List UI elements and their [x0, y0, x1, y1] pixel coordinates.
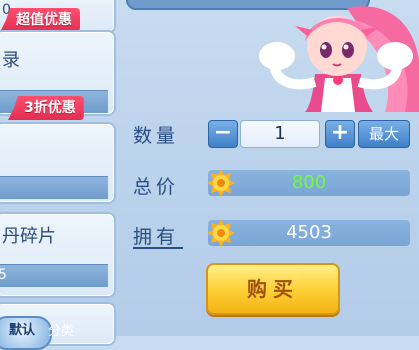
total-price-value: 800: [291, 172, 327, 193]
gold-coin-icon: [207, 169, 235, 197]
item-list: 0 超值优惠 录 3折优惠 丹碎片 5 默认 分类: [0, 0, 118, 350]
decrease-button[interactable]: −: [208, 120, 238, 148]
item-card[interactable]: 丹碎片 5: [0, 212, 116, 298]
discount-tag: 3折优惠: [8, 96, 84, 120]
item-count: 5: [0, 267, 7, 283]
total-price-label: 总价: [133, 176, 180, 198]
increase-button[interactable]: +: [325, 120, 355, 148]
item-bar: [0, 176, 108, 199]
gold-coin-icon: [207, 219, 235, 247]
owned-label: 拥有: [133, 226, 180, 248]
tab-default[interactable]: 默认: [0, 316, 52, 350]
buy-button[interactable]: 购买: [206, 263, 340, 315]
item-name: 录: [2, 50, 20, 71]
total-price-field: 800: [208, 170, 410, 196]
quantity-label: 数量: [133, 125, 180, 147]
item-card[interactable]: [0, 122, 116, 204]
item-bar: 5: [0, 264, 108, 287]
max-button[interactable]: 最大: [358, 120, 410, 148]
sort-tabs: 默认 分类: [0, 316, 100, 350]
owned-value: 4503: [286, 222, 332, 243]
quantity-input[interactable]: 1: [240, 120, 320, 148]
tab-category[interactable]: 分类: [48, 320, 74, 339]
mascot-girl-portrait: [259, 6, 419, 112]
item-name: 丹碎片: [2, 226, 56, 247]
owned-field: 4503: [208, 220, 410, 246]
owned-label-underline: [133, 247, 183, 249]
discount-tag: 超值优惠: [0, 8, 80, 32]
